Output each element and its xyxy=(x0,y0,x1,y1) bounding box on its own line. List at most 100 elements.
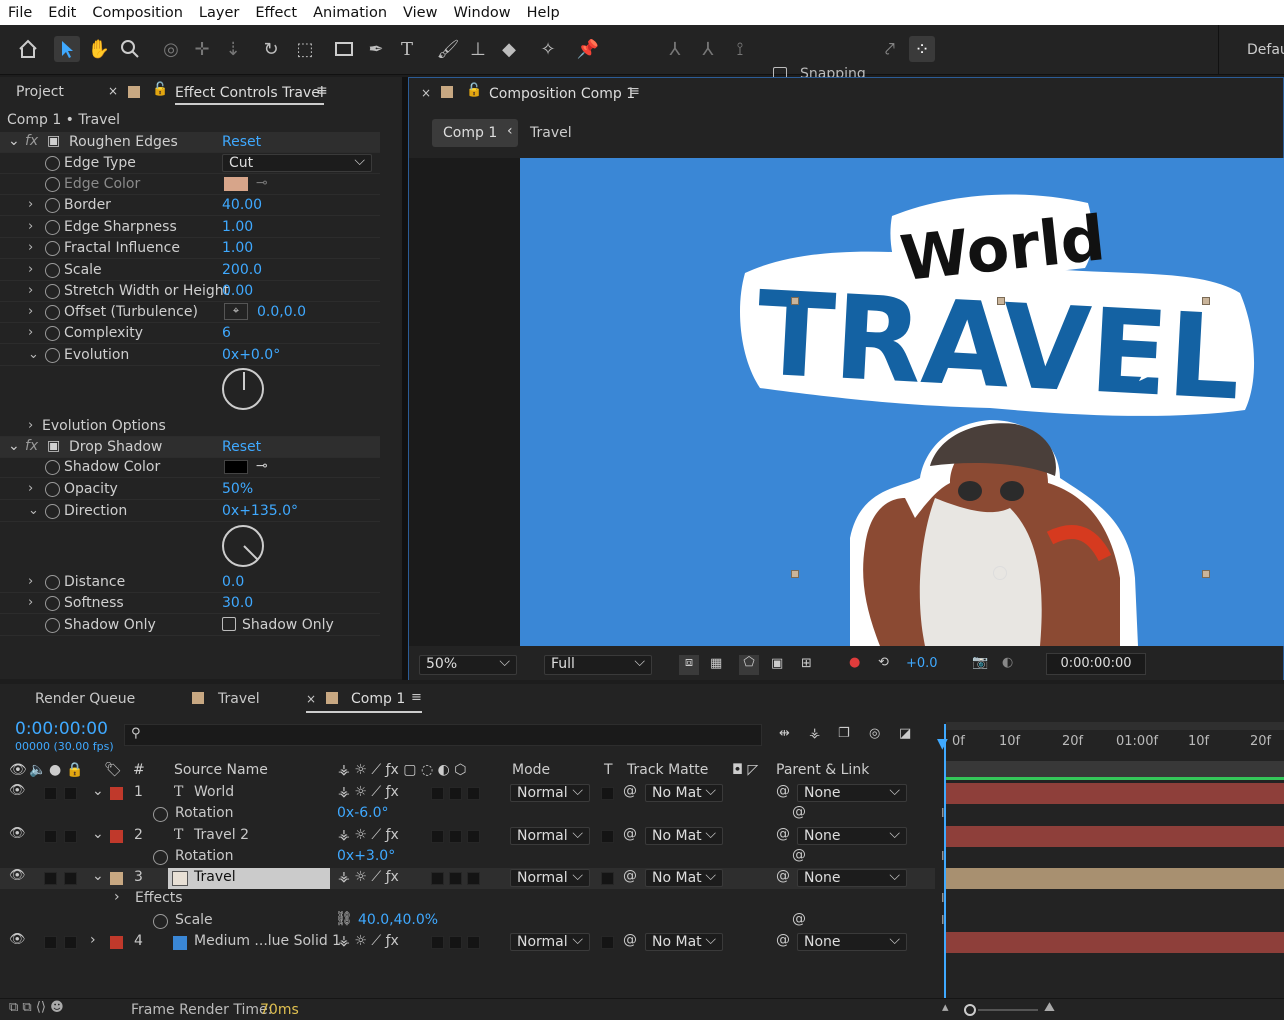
effect-header-drop-shadow[interactable]: ⌄ fx ▣ Drop Shadow Reset xyxy=(0,437,380,458)
property-row[interactable]: Edge Type Cut xyxy=(0,153,380,174)
lock-switch[interactable] xyxy=(64,872,77,885)
axis-world-icon[interactable]: ⅄ xyxy=(695,36,721,62)
property-row[interactable]: › Distance 0.0 xyxy=(0,572,380,593)
puppet-pin-icon[interactable]: 📌 xyxy=(575,36,601,62)
reset-link[interactable]: Reset xyxy=(222,134,261,150)
playhead-handle-icon[interactable]: ▼ xyxy=(937,736,953,752)
property-value[interactable]: 40.00 xyxy=(222,197,262,213)
label-color-swatch[interactable] xyxy=(110,936,123,949)
menu-edit[interactable]: Edit xyxy=(40,5,84,21)
switch-box[interactable] xyxy=(449,830,462,843)
brush-tool-icon[interactable]: 🖌 xyxy=(435,36,461,62)
property-row[interactable]: › Edge Sharpness 1.00 xyxy=(0,217,380,238)
snap-grid-icon[interactable]: ⁘ xyxy=(909,36,935,62)
property-value[interactable]: 0.0,0.0 xyxy=(257,304,306,320)
crumb-comp1[interactable]: Comp 1 ‹ xyxy=(432,119,518,147)
property-row[interactable]: ⌄ Evolution 0x+0.0° xyxy=(0,345,380,366)
reset-exposure-icon[interactable]: ⟲ xyxy=(878,655,889,670)
region-of-interest-icon[interactable]: ▣ xyxy=(771,656,783,671)
edge-color-swatch[interactable] xyxy=(224,177,248,191)
parent-dropdown[interactable]: None xyxy=(797,868,907,887)
eye-icon[interactable]: 👁 xyxy=(9,826,26,841)
snapshot-icon[interactable]: 📷 xyxy=(972,655,988,670)
chevron-down-icon[interactable]: ⌄ xyxy=(28,503,39,518)
stopwatch-icon[interactable] xyxy=(45,596,60,611)
parent-pickwhip-icon[interactable]: @ xyxy=(776,826,790,842)
motion-blur-icon[interactable]: ◪ xyxy=(899,726,911,741)
keyframe-marker-icon[interactable]: I xyxy=(941,913,945,927)
property-value[interactable]: 0x+3.0° xyxy=(337,848,395,864)
property-row[interactable]: Edge Color ⊸ xyxy=(0,174,380,195)
chevron-right-icon[interactable]: › xyxy=(28,574,33,589)
stopwatch-icon[interactable] xyxy=(45,326,60,341)
track-matte-dropdown[interactable]: No Mat xyxy=(645,868,723,887)
matte-link-icon[interactable]: @ xyxy=(623,868,637,884)
preserve-transparency-switch[interactable] xyxy=(601,787,614,800)
parent-pickwhip-icon[interactable]: @ xyxy=(776,932,790,948)
workspace-label[interactable]: Defau xyxy=(1247,42,1284,58)
parent-pickwhip-icon[interactable]: @ xyxy=(776,783,790,799)
chevron-right-icon[interactable]: › xyxy=(28,197,33,212)
chevron-right-icon[interactable]: › xyxy=(28,304,33,319)
stopwatch-icon[interactable] xyxy=(45,305,60,320)
source-name-header[interactable]: Source Name xyxy=(174,762,268,778)
transparency-grid-icon[interactable]: ▦ xyxy=(710,656,722,671)
chevron-right-icon[interactable]: › xyxy=(28,240,33,255)
property-value[interactable]: 200.0 xyxy=(222,262,262,278)
chevron-right-icon[interactable]: › xyxy=(28,325,33,340)
orbit-camera-icon[interactable]: ◎ xyxy=(158,36,184,62)
layer-row[interactable]: 👁 ⌄ 2 T Travel 2 ⚶ ☼ ⟋ ƒx Normal @ No Ma… xyxy=(0,826,935,847)
current-time-display[interactable]: 0:00:00:00 xyxy=(1046,653,1146,675)
property-row[interactable]: › Evolution Options xyxy=(0,416,380,437)
lock-switch[interactable] xyxy=(64,787,77,800)
close-icon[interactable]: × xyxy=(108,84,118,98)
selection-tool-icon[interactable] xyxy=(54,36,80,62)
pen-tool-icon[interactable]: ✒ xyxy=(363,36,389,62)
exposure-value[interactable]: +0.0 xyxy=(906,656,938,671)
fx-icon[interactable]: fx xyxy=(25,133,38,149)
search-input[interactable]: ⚲ xyxy=(124,724,762,746)
dolly-camera-icon[interactable]: ⇣ xyxy=(220,36,246,62)
tab-composition[interactable]: Composition Comp 1 xyxy=(489,86,635,102)
tab-comp1[interactable]: Comp 1 xyxy=(351,691,405,707)
menu-animation[interactable]: Animation xyxy=(305,5,395,21)
property-value[interactable]: 30.0 xyxy=(222,595,253,611)
solo-switch[interactable] xyxy=(44,830,57,843)
track-matte-dropdown[interactable]: No Mat xyxy=(645,826,723,845)
solo-switch[interactable] xyxy=(44,787,57,800)
zoom-tool-icon[interactable] xyxy=(117,36,143,62)
property-row[interactable]: Scale ⛓ 40.0,40.0% @ xyxy=(0,911,935,932)
stopwatch-icon[interactable] xyxy=(45,156,60,171)
expression-pickwhip-icon[interactable]: @ xyxy=(792,911,806,927)
property-value[interactable]: 0.0 xyxy=(222,574,244,590)
preserve-transparency-switch[interactable] xyxy=(601,936,614,949)
lock-icon[interactable]: 🔓 xyxy=(466,83,482,98)
layer-duration-bar[interactable] xyxy=(946,868,1284,889)
zoom-slider[interactable] xyxy=(978,1009,1038,1011)
label-color-swatch[interactable] xyxy=(110,872,123,885)
stopwatch-icon[interactable] xyxy=(45,348,60,363)
track-matte-dropdown[interactable]: No Mat xyxy=(645,783,723,802)
chevron-right-icon[interactable]: › xyxy=(28,219,33,234)
chevron-down-icon[interactable]: ⌄ xyxy=(28,347,39,362)
keyframe-marker-icon[interactable]: I xyxy=(941,849,945,863)
anchor-point-icon[interactable] xyxy=(993,566,1007,580)
stopwatch-icon[interactable] xyxy=(153,807,168,822)
frame-blending-icon[interactable]: ◎ xyxy=(869,726,880,741)
chevron-down-icon[interactable]: ⌄ xyxy=(92,783,104,799)
layer-row[interactable]: 👁 ⌄ 1 T World ⚶ ☼ ⟋ ƒx Normal @ No Mat @… xyxy=(0,783,935,804)
panel-menu-icon[interactable]: ≡ xyxy=(629,84,640,99)
work-area-bar[interactable] xyxy=(946,722,1284,730)
layer-row[interactable]: 👁 ⌄ 3 Travel ⚶ ☼ ⟋ ƒx Normal @ No Mat @ … xyxy=(0,868,935,889)
layer-duration-bar[interactable] xyxy=(946,826,1284,847)
constrain-proportions-icon[interactable]: ⛓ xyxy=(335,911,353,927)
shy-layers-icon[interactable]: ❐ xyxy=(838,726,850,741)
layer-handle[interactable] xyxy=(1202,297,1210,305)
tab-project[interactable]: Project xyxy=(16,84,64,100)
menu-effect[interactable]: Effect xyxy=(247,5,305,21)
pan-camera-icon[interactable]: ✛ xyxy=(189,36,215,62)
chevron-right-icon[interactable]: › xyxy=(90,932,96,948)
property-row[interactable]: Shadow Color ⊸ xyxy=(0,457,380,478)
layer-row[interactable]: 👁 › 4 Medium ...lue Solid 1 ⚶ ☼ ⟋ ƒx Nor… xyxy=(0,932,935,953)
render-icons[interactable]: ⧉ ⧉ ⟨⟩ ☻ xyxy=(9,1000,64,1015)
